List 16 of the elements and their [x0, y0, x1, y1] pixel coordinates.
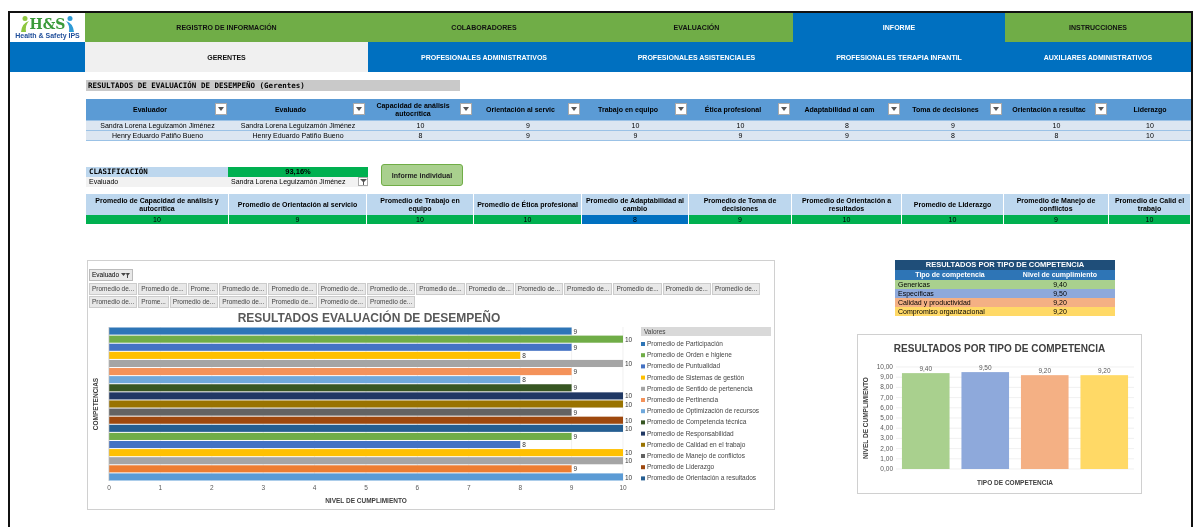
filter-dropdown-button[interactable]	[460, 103, 472, 115]
filter-icon	[121, 272, 131, 278]
filter-dropdown-button[interactable]	[675, 103, 687, 115]
filter-dropdown-button[interactable]	[888, 103, 900, 115]
logo-mark: H&S	[29, 17, 66, 32]
filter-dropdown-button[interactable]	[353, 103, 365, 115]
filter-dropdown-button[interactable]	[568, 103, 580, 115]
figure-icon	[19, 16, 29, 32]
filter-dropdown-button[interactable]	[990, 103, 1002, 115]
filter-dropdown-button[interactable]	[215, 103, 227, 115]
filter-button[interactable]	[358, 177, 368, 186]
chart-title: RESULTADOS POR TIPO DE COMPETENCIA	[893, 343, 1106, 354]
filter-dropdown-button[interactable]	[1095, 103, 1107, 115]
figure-icon	[66, 16, 76, 32]
chart-title: RESULTADOS EVALUACIÓN DE DESEMPEÑO	[237, 311, 501, 325]
filter-dropdown-button[interactable]	[778, 103, 790, 115]
